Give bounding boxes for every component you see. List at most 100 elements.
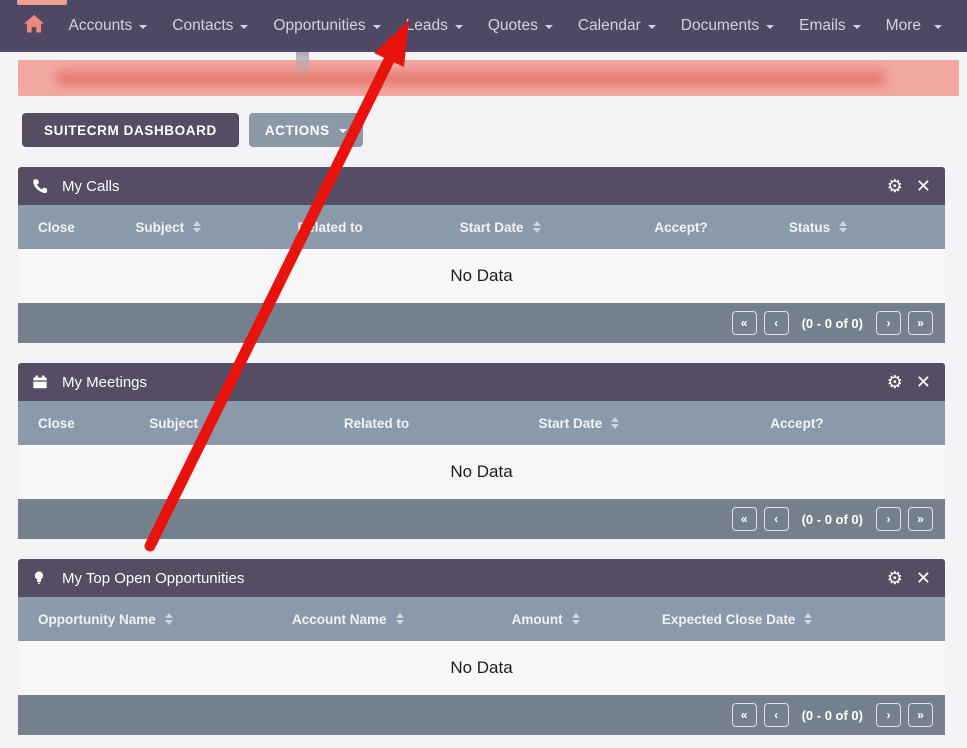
phone-icon bbox=[32, 178, 49, 195]
no-data-text: No Data bbox=[450, 462, 512, 482]
pager-next-button[interactable]: › bbox=[876, 311, 901, 335]
chevron-down-icon bbox=[373, 25, 381, 29]
actions-button[interactable]: ACTIONS bbox=[249, 113, 363, 147]
nav-item-accounts[interactable]: Accounts bbox=[68, 17, 147, 35]
nav-item-contacts[interactable]: Contacts bbox=[172, 17, 248, 35]
calendar-icon bbox=[32, 374, 49, 391]
chevron-down-icon bbox=[139, 25, 147, 29]
dashlet-title: My Meetings bbox=[62, 374, 147, 391]
column-subject[interactable]: Subject bbox=[115, 220, 277, 235]
dashlet-footer: « ‹ (0 - 0 of 0) › » bbox=[18, 303, 945, 343]
chevron-down-icon bbox=[853, 25, 861, 29]
redacted-alert-text bbox=[56, 71, 886, 86]
close-icon[interactable]: ✕ bbox=[916, 177, 931, 195]
pager-last-button[interactable]: » bbox=[908, 703, 933, 727]
sort-icon bbox=[839, 221, 847, 233]
nav-item-emails[interactable]: Emails bbox=[799, 17, 861, 35]
chevron-down-icon bbox=[766, 25, 774, 29]
gear-icon[interactable]: ⚙ bbox=[887, 177, 903, 195]
column-related-to: Related to bbox=[278, 220, 440, 235]
gear-icon[interactable]: ⚙ bbox=[887, 569, 903, 587]
pager-last-button[interactable]: » bbox=[908, 507, 933, 531]
pagination: « ‹ (0 - 0 of 0) › » bbox=[732, 703, 933, 727]
dashboard-toolbar: SUITECRM DASHBOARD ACTIONS bbox=[22, 113, 945, 147]
column-amount[interactable]: Amount bbox=[492, 612, 642, 627]
chevron-down-icon bbox=[648, 25, 656, 29]
pager-prev-button[interactable]: ‹ bbox=[764, 507, 789, 531]
dashlet-header[interactable]: My Calls ⚙ ✕ bbox=[18, 167, 945, 205]
dashlet-footer: « ‹ (0 - 0 of 0) › » bbox=[18, 695, 945, 735]
nav-item-leads[interactable]: Leads bbox=[406, 17, 463, 35]
column-start-date[interactable]: Start Date bbox=[519, 416, 751, 431]
column-accept: Accept? bbox=[750, 416, 945, 431]
chevron-down-icon bbox=[455, 25, 463, 29]
home-button[interactable] bbox=[18, 6, 50, 46]
sort-icon bbox=[533, 221, 541, 233]
pagination: « ‹ (0 - 0 of 0) › » bbox=[732, 507, 933, 531]
empty-state: No Data bbox=[18, 641, 945, 695]
dropdown-remnant bbox=[296, 52, 309, 78]
dashlet-my-top-open-opportunities: My Top Open Opportunities ⚙ ✕ Opportunit… bbox=[18, 559, 945, 735]
sort-icon bbox=[396, 613, 404, 625]
nav-item-documents[interactable]: Documents bbox=[681, 17, 774, 35]
chevron-down-icon bbox=[339, 129, 347, 133]
column-close: Close bbox=[18, 220, 115, 235]
pager-first-button[interactable]: « bbox=[732, 703, 757, 727]
dashlet-my-meetings: My Meetings ⚙ ✕ Close Subject Related to… bbox=[18, 363, 945, 539]
pager-last-button[interactable]: » bbox=[908, 311, 933, 335]
column-account-name[interactable]: Account Name bbox=[272, 612, 492, 627]
dashlet-footer: « ‹ (0 - 0 of 0) › » bbox=[18, 499, 945, 539]
pager-status: (0 - 0 of 0) bbox=[802, 512, 863, 527]
pager-first-button[interactable]: « bbox=[732, 311, 757, 335]
no-data-text: No Data bbox=[450, 658, 512, 678]
sort-icon bbox=[804, 613, 812, 625]
column-header-row: Close Subject Related to Start Date Acce… bbox=[18, 401, 945, 445]
chevron-down-icon bbox=[240, 25, 248, 29]
empty-state: No Data bbox=[18, 445, 945, 499]
nav-item-more[interactable]: More bbox=[886, 17, 942, 35]
close-icon[interactable]: ✕ bbox=[916, 373, 931, 391]
nav-item-calendar[interactable]: Calendar bbox=[578, 17, 656, 35]
alert-banner bbox=[18, 60, 959, 96]
pager-next-button[interactable]: › bbox=[876, 703, 901, 727]
column-accept: Accept? bbox=[634, 220, 768, 235]
pager-next-button[interactable]: › bbox=[876, 507, 901, 531]
column-subject[interactable]: Subject bbox=[129, 416, 324, 431]
sort-icon bbox=[165, 613, 173, 625]
column-opportunity-name[interactable]: Opportunity Name bbox=[18, 612, 272, 627]
pager-status: (0 - 0 of 0) bbox=[802, 316, 863, 331]
pager-status: (0 - 0 of 0) bbox=[802, 708, 863, 723]
column-related-to: Related to bbox=[324, 416, 519, 431]
pagination: « ‹ (0 - 0 of 0) › » bbox=[732, 311, 933, 335]
dashlet-title: My Top Open Opportunities bbox=[62, 570, 244, 587]
empty-state: No Data bbox=[18, 249, 945, 303]
top-navbar: Accounts Contacts Opportunities Leads Qu… bbox=[0, 0, 967, 52]
nav-item-opportunities[interactable]: Opportunities bbox=[273, 17, 380, 35]
lightbulb-icon bbox=[32, 570, 49, 587]
dashlet-my-calls: My Calls ⚙ ✕ Close Subject Related to St… bbox=[18, 167, 945, 343]
suitecrm-dashboard-button[interactable]: SUITECRM DASHBOARD bbox=[22, 113, 239, 147]
home-icon bbox=[23, 13, 45, 40]
gear-icon[interactable]: ⚙ bbox=[887, 373, 903, 391]
column-expected-close-date[interactable]: Expected Close Date bbox=[642, 612, 945, 627]
pager-prev-button[interactable]: ‹ bbox=[764, 703, 789, 727]
column-header-row: Opportunity Name Account Name Amount Exp… bbox=[18, 597, 945, 641]
sort-icon bbox=[193, 221, 201, 233]
no-data-text: No Data bbox=[450, 266, 512, 286]
nav-item-quotes[interactable]: Quotes bbox=[488, 17, 553, 35]
dashlet-title: My Calls bbox=[62, 178, 120, 195]
sort-icon bbox=[572, 613, 580, 625]
sort-icon bbox=[207, 417, 215, 429]
close-icon[interactable]: ✕ bbox=[916, 569, 931, 587]
sort-icon bbox=[611, 417, 619, 429]
column-start-date[interactable]: Start Date bbox=[440, 220, 635, 235]
dashlet-header[interactable]: My Meetings ⚙ ✕ bbox=[18, 363, 945, 401]
column-header-row: Close Subject Related to Start Date Acce… bbox=[18, 205, 945, 249]
active-tab-indicator bbox=[17, 0, 67, 5]
pager-first-button[interactable]: « bbox=[732, 507, 757, 531]
pager-prev-button[interactable]: ‹ bbox=[764, 311, 789, 335]
chevron-down-icon bbox=[934, 25, 942, 29]
chevron-down-icon bbox=[545, 25, 553, 29]
column-status[interactable]: Status bbox=[769, 220, 945, 235]
dashlet-header[interactable]: My Top Open Opportunities ⚙ ✕ bbox=[18, 559, 945, 597]
